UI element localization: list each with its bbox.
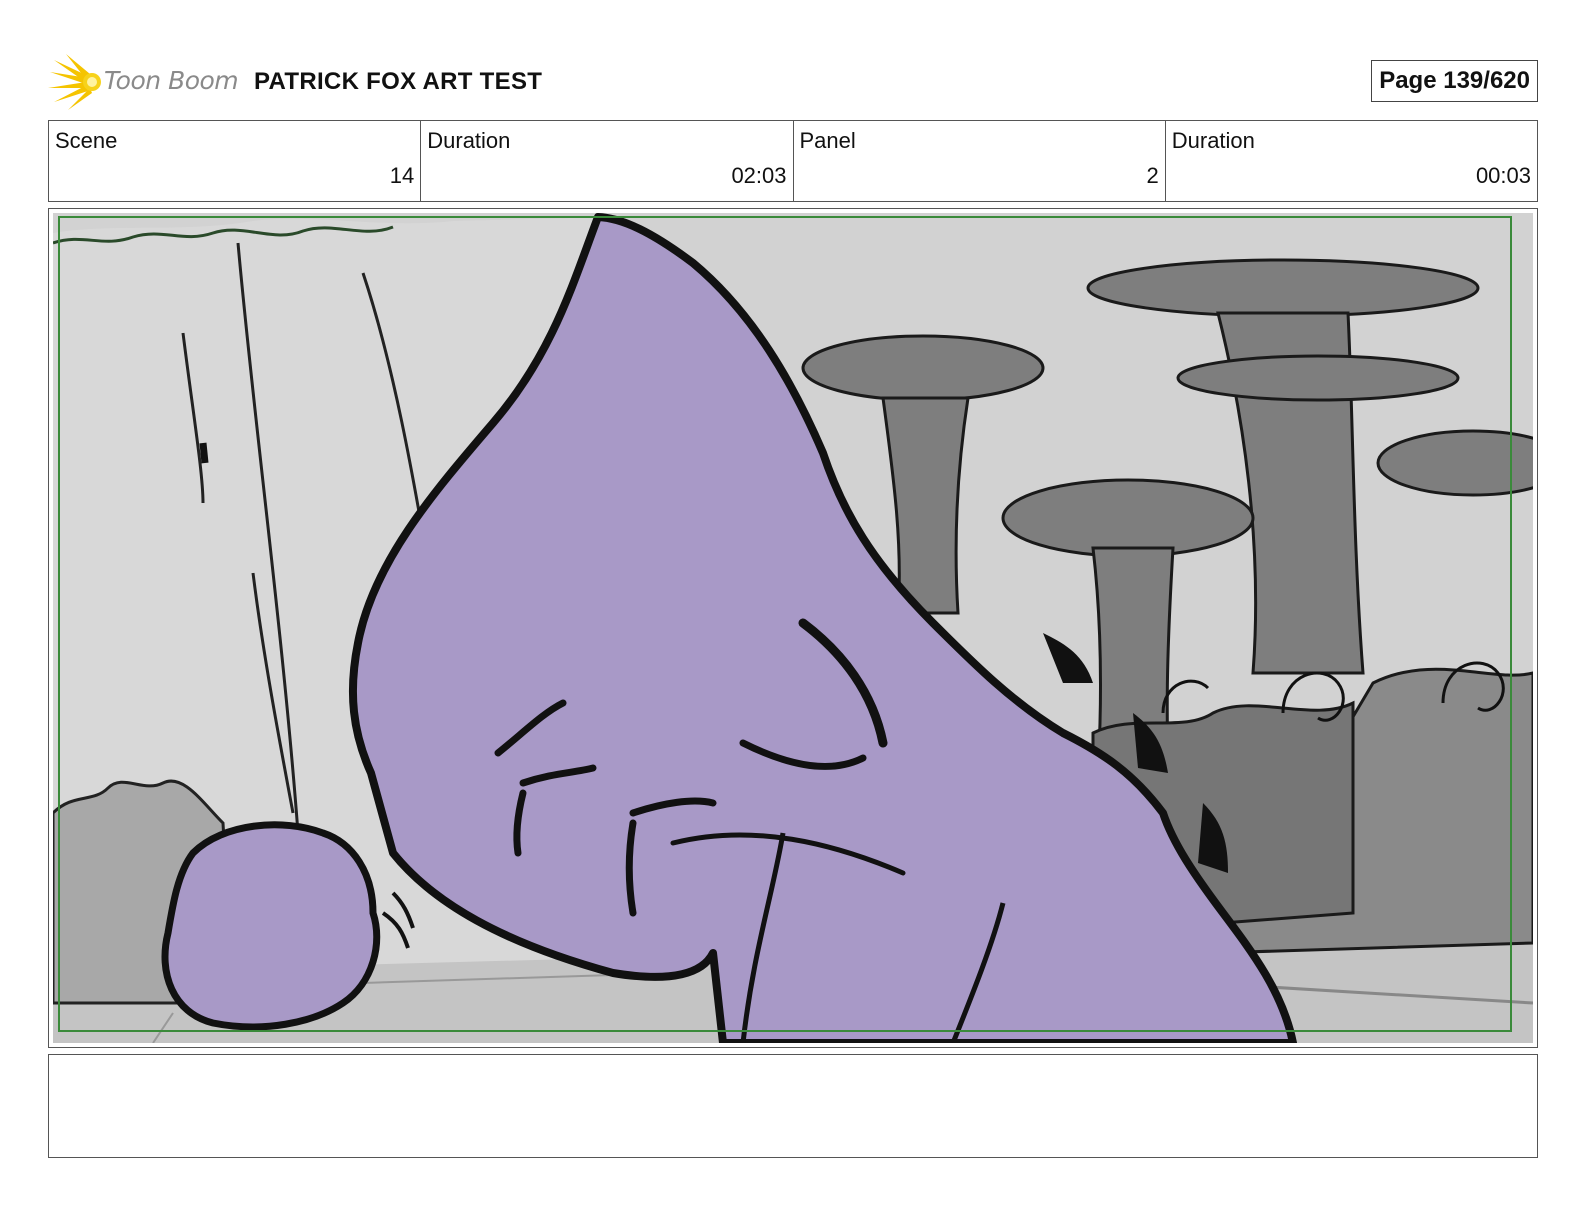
panel-notes-box xyxy=(48,1054,1538,1158)
panel-cell: Panel 2 xyxy=(794,121,1166,201)
scene-info-table: Scene 14 Duration 02:03 Panel 2 Duration… xyxy=(48,120,1538,202)
page-indicator: Page 139/620 xyxy=(1371,60,1538,102)
scene-duration-cell: Duration 02:03 xyxy=(421,121,794,201)
page-header: Toon Boom PATRICK FOX ART TEST Page 139/… xyxy=(48,52,1538,112)
panel-artwork xyxy=(53,213,1533,1043)
starburst-icon xyxy=(48,54,101,110)
panel-label: Panel xyxy=(799,128,856,153)
panel-value: 2 xyxy=(1146,163,1159,188)
project-title: PATRICK FOX ART TEST xyxy=(254,68,543,95)
panel-duration-label: Duration xyxy=(1171,128,1255,153)
scene-value: 14 xyxy=(389,163,415,188)
scene-duration-value: 02:03 xyxy=(731,163,787,188)
logo-wordmark: Toon Boom xyxy=(104,66,239,95)
storyboard-panel xyxy=(48,208,1538,1048)
panel-duration-value: 00:03 xyxy=(1475,163,1531,188)
scene-label: Scene xyxy=(55,128,118,153)
scene-cell: Scene 14 xyxy=(49,121,422,201)
toon-boom-logo: Toon Boom xyxy=(48,52,248,112)
panel-drawing xyxy=(53,213,1533,1043)
panel-duration-cell: Duration 00:03 xyxy=(1166,121,1537,201)
scene-duration-label: Duration xyxy=(427,128,511,153)
